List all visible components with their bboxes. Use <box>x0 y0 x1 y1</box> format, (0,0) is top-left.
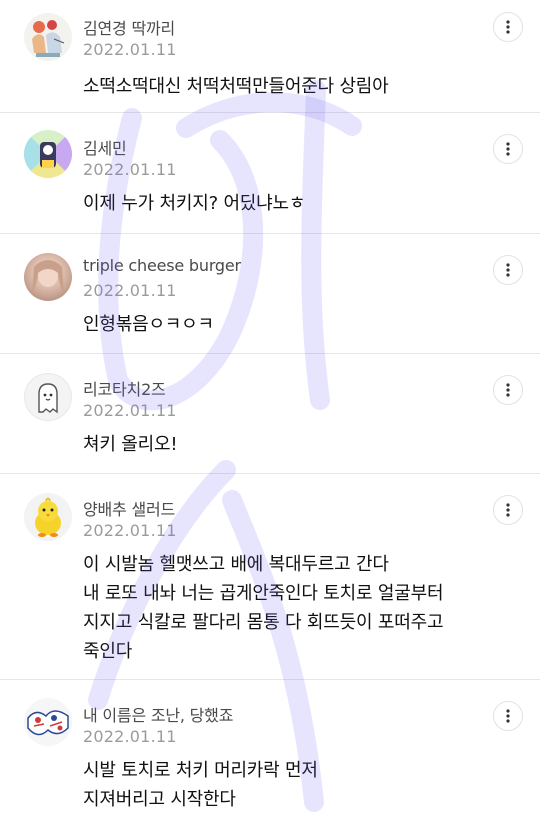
more-vertical-icon[interactable] <box>493 375 523 405</box>
comment-list: 김연경 딱까리 2022.01.11 소떡소떡대신 처떡처떡만들어준다 상림아 … <box>0 0 540 827</box>
comment-author: 김연경 딱까리 <box>83 19 176 38</box>
avatar-ghost-icon[interactable] <box>24 373 72 421</box>
comment-line: 이 시발놈 헬맷쓰고 배에 복대두르고 간다 <box>83 554 389 575</box>
more-vertical-icon[interactable] <box>493 12 523 42</box>
comment-author: 김세민 <box>83 139 127 158</box>
avatar-sketch-icon[interactable] <box>24 13 72 61</box>
comment-date: 2022.01.11 <box>83 727 177 746</box>
comment-author: 내 이름은 조난, 당했죠 <box>83 706 234 725</box>
avatar-photo-icon[interactable] <box>24 253 72 301</box>
comment-date: 2022.01.11 <box>83 160 177 179</box>
comment-line: 지지고 식칼로 팔다리 몸통 다 회뜨듯이 포떠주고 <box>83 612 444 633</box>
comment-text: 인형볶음ㅇㅋㅇㅋ <box>83 310 510 339</box>
comment-text: 시발 토치로 처키 머리카락 먼저 지져버리고 시작한다 <box>83 756 510 814</box>
comment-author: 양배추 샐러드 <box>83 500 176 519</box>
avatar-illustration-icon[interactable] <box>24 698 72 746</box>
comment-date: 2022.01.11 <box>83 281 177 300</box>
avatar-cartoon-icon[interactable] <box>24 130 72 178</box>
comment-line: 쳐키 올리오! <box>83 434 178 455</box>
avatar-chick-icon[interactable] <box>24 493 72 541</box>
more-vertical-icon[interactable] <box>493 255 523 285</box>
comment-line: 인형볶음ㅇㅋㅇㅋ <box>83 314 214 335</box>
comment-item: 리코타치2즈 2022.01.11 쳐키 올리오! <box>0 354 540 474</box>
comment-line: 내 로또 내놔 너는 곱게안죽인다 토치로 얼굴부터 <box>83 583 444 604</box>
more-vertical-icon[interactable] <box>493 134 523 164</box>
comment-line: 시발 토치로 처키 머리카락 먼저 <box>83 760 318 781</box>
comment-line: 죽인다 <box>83 641 133 662</box>
comment-text: 쳐키 올리오! <box>83 430 510 459</box>
comment-text: 이 시발놈 헬맷쓰고 배에 복대두르고 간다 내 로또 내놔 너는 곱게안죽인다… <box>83 550 510 666</box>
comment-line: 소떡소떡대신 처떡처떡만들어준다 상림아 <box>83 76 389 97</box>
comment-item: 내 이름은 조난, 당했죠 2022.01.11 시발 토치로 처키 머리카락 … <box>0 680 540 827</box>
comment-date: 2022.01.11 <box>83 521 177 540</box>
comment-date: 2022.01.11 <box>83 401 177 420</box>
comment-author: triple cheese burger <box>83 256 241 275</box>
comment-item: 김세민 2022.01.11 이제 누가 처키지? 어딨냐노ㅎ <box>0 113 540 234</box>
comment-item: triple cheese burger 2022.01.11 인형볶음ㅇㅋㅇㅋ <box>0 234 540 354</box>
comment-line: 지져버리고 시작한다 <box>83 789 236 810</box>
comment-date: 2022.01.11 <box>83 40 177 59</box>
comment-author: 리코타치2즈 <box>83 380 166 399</box>
comment-text: 이제 누가 처키지? 어딨냐노ㅎ <box>83 189 510 218</box>
comment-line: 이제 누가 처키지? 어딨냐노ㅎ <box>83 193 306 214</box>
comment-item: 양배추 샐러드 2022.01.11 이 시발놈 헬맷쓰고 배에 복대두르고 간… <box>0 474 540 680</box>
more-vertical-icon[interactable] <box>493 495 523 525</box>
comment-item: 김연경 딱까리 2022.01.11 소떡소떡대신 처떡처떡만들어준다 상림아 <box>0 0 540 113</box>
comment-text: 소떡소떡대신 처떡처떡만들어준다 상림아 <box>83 72 510 101</box>
more-vertical-icon[interactable] <box>493 701 523 731</box>
